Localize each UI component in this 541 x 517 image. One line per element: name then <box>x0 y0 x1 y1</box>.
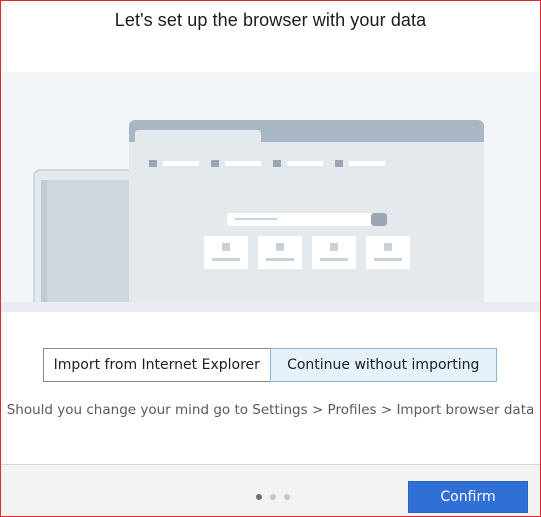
back-window-icon <box>33 169 145 312</box>
settings-hint-text: Should you change your mind go to Settin… <box>6 402 535 418</box>
confirm-button[interactable]: Confirm <box>408 481 528 513</box>
import-from-ie-option[interactable]: Import from Internet Explorer <box>43 348 270 382</box>
dialog-title: Let's set up the browser with your data <box>114 10 427 30</box>
page-dot-2 <box>270 494 276 500</box>
import-choice-group: Import from Internet Explorer Continue w… <box>43 348 497 382</box>
front-window-icon <box>129 120 484 312</box>
pagination-dots <box>256 494 290 500</box>
page-dot-1 <box>256 494 262 500</box>
continue-without-importing-option[interactable]: Continue without importing <box>269 348 497 382</box>
page-dot-3 <box>284 494 290 500</box>
browser-illustration <box>1 72 540 312</box>
